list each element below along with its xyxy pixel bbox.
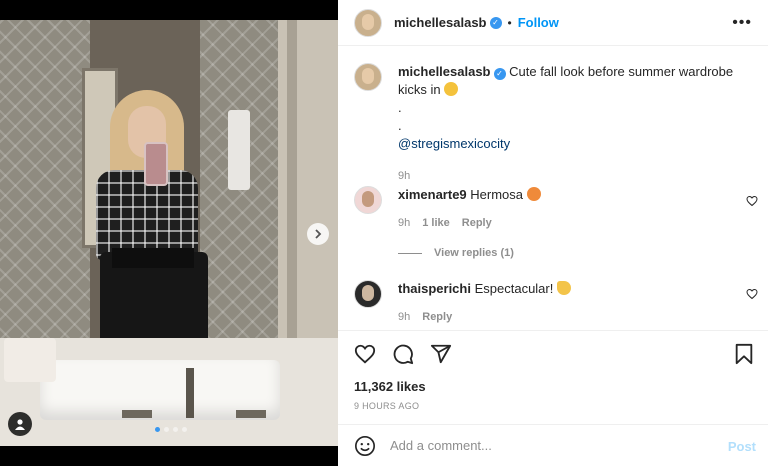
comment-body: ximenarte9 Hermosa 9h 1 like Reply [398,186,738,232]
verified-badge-icon: ✓ [489,16,502,29]
comment-body: thaisperichi Espectacular! 9h Reply [398,280,738,326]
grinning-emoji-icon [444,82,459,96]
caption-dot: . [398,118,402,133]
caption-dot: . [398,100,402,115]
caption-meta: 9h [398,167,738,185]
caption-time[interactable]: 9h [398,167,410,185]
comment-avatar[interactable] [354,280,382,308]
header-separator: • [507,15,512,30]
more-options-icon[interactable]: ••• [732,14,752,32]
chevron-right-icon [315,229,322,239]
save-button[interactable] [733,343,755,365]
caption: michellesalasb ✓ Cute fall look before su… [354,63,738,185]
likes-count[interactable]: 11,362 likes [354,379,426,394]
post-side-panel: michellesalasb ✓ • Follow ••• michellesa… [338,0,768,466]
photo-bottles [4,338,56,382]
comment-icon [393,344,414,365]
emoji-icon[interactable] [354,435,376,457]
photo-faucet-left [122,410,152,418]
share-icon [430,344,452,364]
caption-username[interactable]: michellesalasb [398,64,491,79]
comments-list[interactable]: michellesalasb ✓ Cute fall look before su… [338,47,768,330]
caption-avatar[interactable] [354,63,382,91]
like-button[interactable] [354,343,376,365]
reply-button[interactable]: Reply [422,308,452,326]
comment-input[interactable] [390,438,710,453]
carousel-dot [182,427,187,432]
photo-person-belt [112,248,194,268]
photo-faucet [186,368,194,418]
comment-text: Hermosa [470,187,524,202]
verified-badge-icon: ✓ [493,68,506,80]
comment-likes[interactable]: 1 like [422,214,450,232]
photo-phone [144,142,168,186]
post-media [0,0,338,466]
next-slide-button[interactable] [307,223,329,245]
photo-faucet-right [236,410,266,418]
reply-button[interactable]: Reply [462,214,492,232]
comment-meta: 9h 1 like Reply [398,214,738,232]
comment-username[interactable]: ximenarte9 [398,187,467,202]
post-header: michellesalasb ✓ • Follow ••• [338,0,768,46]
photo-wall-left [0,20,90,350]
view-replies-label: View replies (1) [434,247,514,259]
post-comment-button[interactable]: Post [728,439,756,454]
caption-body: michellesalasb ✓ Cute fall look before su… [398,63,738,185]
author-avatar[interactable] [354,8,382,37]
replies-line [398,252,422,254]
save-icon [735,343,753,365]
comment-composer: Post [338,424,768,466]
comment-like-heart-icon[interactable] [746,195,758,207]
carousel-dot-active [155,427,160,432]
comment-meta: 9h Reply [398,308,738,326]
heart-eyes-emoji-icon [526,187,541,201]
carousel-dot [164,427,169,432]
comment-item: thaisperichi Espectacular! 9h Reply [354,280,738,326]
action-icons [354,343,452,365]
share-button[interactable] [430,343,452,365]
post-photo [0,20,338,446]
comment-time[interactable]: 9h [398,214,410,232]
user-tag-icon [15,419,25,430]
comment-text: Espectacular! [474,281,554,296]
comment-avatar[interactable] [354,186,382,214]
comment-like-heart-icon[interactable] [746,288,758,300]
post-actions: 11,362 likes 9 HOURS AGO [338,330,768,411]
author-username[interactable]: michellesalasb [394,15,487,30]
comment-username[interactable]: thaisperichi [398,281,471,296]
follow-button[interactable]: Follow [518,15,559,30]
clapping-emoji-icon [556,281,571,295]
caption-mention-link[interactable]: @stregismexicocity [398,135,738,153]
carousel-dot [173,427,178,432]
comment-time[interactable]: 9h [398,308,410,326]
post-modal: michellesalasb ✓ • Follow ••• michellesa… [0,0,768,466]
view-replies-button[interactable]: View replies (1) [398,247,514,259]
post-timestamp[interactable]: 9 HOURS AGO [354,401,419,411]
user-tags-button[interactable] [8,412,32,436]
carousel-dots [155,427,187,432]
photo-towel [228,110,250,190]
heart-icon [354,344,376,364]
comment-button[interactable] [392,343,414,365]
comment-item: ximenarte9 Hermosa 9h 1 like Reply [354,186,738,232]
